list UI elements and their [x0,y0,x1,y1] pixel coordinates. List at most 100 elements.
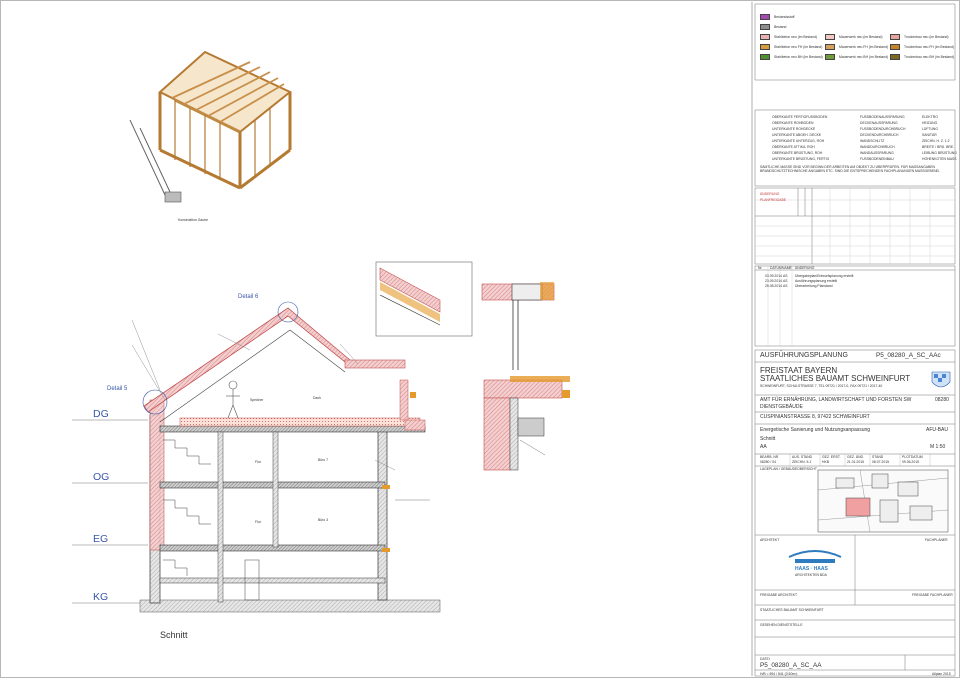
revision-text: Ausführungsplanung erstellt [795,279,838,283]
symbol-label: DECKENAUSSPARUNG [860,121,898,125]
legend-label: Mauerwerk neu (im Bestand) [839,35,883,39]
meta-value: ZEICHN. 5.1 [792,460,812,464]
software: Allplan 2015 [932,672,951,676]
site-plan [817,469,949,533]
symbol-label: UNTERKANTE BRÜSTUNG, FERTIG [772,157,830,161]
symbol-label: OBERKANTE ATTIKA, ROH [772,145,815,149]
symbol-label: WANDDURCHBRUCH [860,145,895,149]
legend-label: Bestandsstoff [774,15,795,19]
symbol-label: UNTERKANTE ROHDECKE [772,127,816,131]
symbol-label: OBERKANTE BRÜSTUNG, ROH [772,151,823,155]
meta-header: BEARB. NR [760,455,779,459]
legend-label: Stahlbeton neu BH (im Bestand) [774,55,823,59]
legend-label: Trockenbau neu (im Bestand) [904,35,949,39]
architect-name: HAAS · HAAS [795,566,828,572]
revision-col: Nr. [758,266,763,270]
building-section [72,301,441,613]
legend-label: Mauerwerk neu FH (im Bestand) [839,45,888,49]
meta-value: 08280 / 04 [760,460,777,464]
legend-label: Trockenbau neu FH (im Bestand) [904,45,955,49]
architect-sub: ARCHITEKTEN BDA [795,573,827,577]
swatch [825,44,835,50]
planner-label: FACHPLANER [925,538,948,542]
measure: Energetische Sanierung und Nutzungsanpas… [760,427,871,433]
architect-logo [788,550,842,563]
view-title: Schnitt [160,630,188,640]
room-label: Dach [313,396,321,400]
symbol-label: LÜFTUNG [922,127,939,131]
swatch [825,34,835,40]
revision-col: NAME [782,266,792,270]
symbol-label: WANDAUSSPARUNG [860,151,894,155]
sheet-size: H/B = 594 / 841 (0.50m²) [760,672,798,676]
swatch [890,34,900,40]
plan-phase: AUSFÜHRUNGSPLANUNG [760,352,848,359]
level-kg: KG [93,591,109,603]
symbol-label: FUSSBODENDURCHBRUCH [860,127,906,131]
level-eg: EG [93,533,109,545]
symbol-label: OBERKANTE ROHBODEN [772,121,814,125]
meta-header: STAND [872,455,884,459]
drawing-sheet: DG OG EG KG Schnitt Detail 6 Detail 5 Ko… [0,0,960,678]
street: CUSPINIANSTRASSE 8, 97422 SCHWEINFURT [760,414,870,420]
room-label: Büro 3 [318,518,328,522]
revision-col: DATUM [770,266,782,270]
section: AA [760,444,767,450]
symbol-label: HÖHENKOTEN MASS [922,157,957,161]
level-dg: DG [93,408,109,420]
dormer-isometric [129,50,292,203]
detail-5-drawing [481,282,570,471]
meta-value: HKB [822,460,829,464]
revision-col: ÄNDERUNG [795,266,815,270]
approval-planner: FREIGABE FACHPLANER [912,593,953,597]
project-number: 08280 [935,397,949,403]
building: DIENSTGEBÄUDE [760,404,803,410]
detail-6-drawing [375,261,473,337]
meta-value: 09.06.2015 [902,460,919,464]
approval-architect: FREIGABE ARCHITEKT [760,593,798,597]
room-label: Flur [255,520,261,524]
room-label: Flur [255,460,261,464]
crest [931,371,951,388]
symbol-label: DECKENDURCHBRUCH [860,133,899,137]
revision-date: 23.09.2014 [765,279,782,283]
legend-label: Stahlbeton neu (im Bestand) [774,35,817,39]
meta-value: 21.01.2015 [847,460,864,464]
symbol-label: FUSSBODENEINBAU [860,157,894,161]
plan-code: P5_08280_A_SC_AAc [876,352,941,359]
site-plan-label: LAGEPLAN / GEBÄUDEÜBERSICHT [760,467,817,471]
symbol-label: FUSSBODENAUSSPARUNG [860,115,905,119]
detail-5-label: Detail 5 [107,386,128,392]
room-label: Speicher [250,398,264,402]
meta-header: GEZ. ERST. [822,455,841,459]
approval-office: GESEHEN DIENSTSTELLE [760,623,803,627]
symbol-label: BREITE / BRÜ. BRE. [922,145,955,149]
legend-label: Mauerwerk neu BH (im Bestand) [839,55,889,59]
approval-authority: STAATLICHES BAUAMT SCHWEINFURT [760,608,824,612]
swatch [890,44,900,50]
iso-caption: Konstruktion Gaube [178,218,208,222]
meta-header: GEZ. ÄND. [847,455,864,459]
revision-text: Überarbeitung Planstand [795,284,833,288]
department: AFU-BAU [926,427,948,433]
revision-name: AS [783,274,788,278]
revision-text: Übergabeplan/Entwurfsplanung erstellt [795,274,854,278]
swatch [760,44,770,50]
swatch [890,54,900,60]
revision-name: AS [783,284,788,288]
swatch [760,54,770,60]
file-name: P5_08280_A_SC_AA [760,662,822,669]
swatch [760,14,770,20]
client: AMT FÜR ERNÄHRUNG, LANDWIRTSCHAFT UND FO… [760,397,912,403]
swatch [760,34,770,40]
level-og: OG [93,471,110,483]
revision-marker: ÄNDERUNG [760,192,780,196]
swatch [760,24,770,30]
legend-label: Bestand [774,25,787,29]
authority-2: STAATLICHES BAUAMT SCHWEINFURT [760,374,911,383]
architect-label: ARCHITEKT [760,538,780,542]
symbol-label: LEIBUNG BRÜSTUNG [922,151,957,155]
symbol-label: HEIZUNG [922,121,938,125]
symbol-label: OBERKANTE FERTIGFUSSBODEN [772,115,828,119]
legend-label: Stahlbeton neu FH (im Bestand) [774,45,823,49]
